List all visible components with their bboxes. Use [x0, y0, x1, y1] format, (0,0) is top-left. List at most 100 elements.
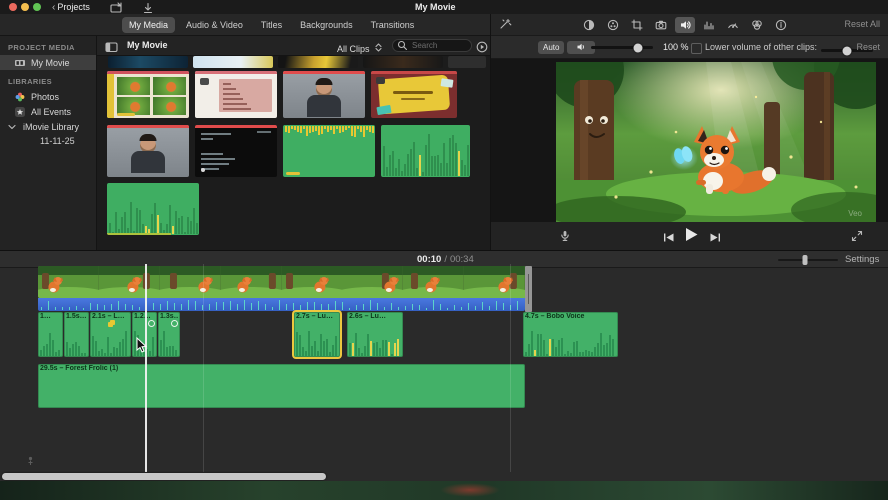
noise-reduction-icon[interactable] — [699, 17, 719, 33]
sound-clip[interactable]: 1.3s… — [158, 312, 180, 357]
sound-clip-label: 2.6s – Lu… — [349, 313, 386, 320]
color-correction-icon[interactable] — [603, 17, 623, 33]
filmstrip-frame — [342, 266, 404, 298]
media-thumb-audio-yellowband[interactable] — [283, 125, 375, 177]
sidebar-item-11-11-25[interactable]: 11-11-25 — [0, 134, 96, 148]
lower-volume-label: Lower volume of other clips: — [705, 42, 818, 52]
close-window-button[interactable] — [9, 3, 17, 11]
search-input[interactable] — [410, 40, 472, 51]
filmstrip-frame — [220, 266, 282, 298]
video-clip-filmstrip[interactable] — [38, 266, 525, 298]
sound-clip[interactable]: 1.5s… — [64, 312, 89, 357]
timeline: 1…1.5s…2.1s – L…1.2…1.3s…2.7s – Lu…2.6s … — [0, 264, 888, 481]
previous-frame-button[interactable] — [663, 230, 675, 248]
filmstrip-frame — [38, 266, 99, 298]
media-thumb-sliver-yellow[interactable] — [278, 56, 358, 68]
imovie-window: ‹ Projects My Movie My Media Audio & Vide… — [0, 0, 888, 500]
time-current: 00:10 — [417, 254, 442, 265]
stabilization-icon[interactable] — [651, 17, 671, 33]
auto-volume-button[interactable]: Auto — [538, 41, 565, 54]
time-separator: / — [444, 254, 447, 265]
enhance-wand-icon[interactable] — [499, 18, 512, 36]
media-thumb-presenter[interactable] — [283, 71, 365, 118]
clip-filter-icon[interactable] — [747, 17, 767, 33]
color-balance-icon[interactable] — [579, 17, 599, 33]
veo-watermark: Veo — [848, 209, 862, 218]
window-title: My Movie — [415, 2, 456, 12]
speed-icon[interactable] — [723, 17, 743, 33]
minimize-window-button[interactable] — [21, 3, 29, 11]
reset-volume-button[interactable]: Reset — [856, 42, 880, 52]
media-thumb-webcam[interactable] — [107, 125, 189, 177]
play-button[interactable] — [684, 227, 699, 247]
photos-icon — [14, 91, 26, 103]
sound-clip-label: 2.7s – Lu… — [296, 313, 333, 320]
filmstrip-frame — [159, 266, 221, 298]
volume-icon[interactable] — [675, 17, 695, 33]
browser-title: My Movie — [127, 40, 168, 50]
clip-trim-handle[interactable] — [525, 266, 532, 312]
playhead[interactable] — [145, 264, 147, 472]
tab-backgrounds[interactable]: Backgrounds — [293, 17, 360, 33]
sidebar: PROJECT MEDIA My Movie LIBRARIES Photos A… — [0, 36, 97, 250]
media-thumb-promo[interactable] — [371, 71, 457, 118]
search-box[interactable] — [392, 39, 472, 52]
reset-all-button[interactable]: Reset All — [844, 19, 880, 29]
media-thumb-audio-wave[interactable] — [107, 183, 199, 235]
media-thumb-sliver-sky[interactable] — [193, 56, 273, 68]
music-clip-label: 29.5s – Forest Frolic (1) — [40, 365, 119, 372]
media-thumb-sliver-ocean[interactable] — [108, 56, 188, 68]
sidebar-item-all-events[interactable]: All Events — [0, 104, 96, 119]
tab-audio-video[interactable]: Audio & Video — [179, 17, 250, 33]
volume-slider[interactable] — [591, 43, 653, 52]
libraries-header: LIBRARIES — [8, 77, 53, 86]
voiceover-mic-icon[interactable] — [559, 229, 571, 247]
projects-back-button[interactable]: ‹ Projects — [52, 1, 90, 13]
media-thumb-sliver-gray[interactable] — [448, 56, 486, 68]
sound-clip-label: 1… — [40, 313, 51, 320]
crop-icon[interactable] — [627, 17, 647, 33]
projects-label: Projects — [57, 2, 90, 12]
media-tabbar: My Media Audio & Video Titles Backgrounds Tr… — [0, 14, 490, 36]
zoom-window-button[interactable] — [33, 3, 41, 11]
info-icon[interactable] — [771, 17, 791, 33]
sound-clip[interactable]: 2.1s – L… — [90, 312, 131, 357]
filmstrip-frame — [464, 266, 525, 298]
sound-clip[interactable]: 2.6s – Lu… — [347, 312, 403, 357]
inspector-panel: Reset All Auto 100 % Lower volume of oth… — [490, 14, 888, 250]
sound-clip-label: 1.5s… — [66, 313, 87, 320]
clip-filter-value: All Clips — [337, 44, 370, 54]
tab-transitions[interactable]: Transitions — [364, 17, 422, 33]
media-thumb-foxgrid[interactable] — [107, 71, 189, 118]
sidebar-item-photos[interactable]: Photos — [0, 89, 96, 104]
transport-bar — [491, 222, 888, 250]
media-thumb-sliver-dark[interactable] — [363, 56, 443, 68]
tab-titles[interactable]: Titles — [254, 17, 289, 33]
sidebar-item-imovie-library[interactable]: iMovie Library — [0, 119, 96, 134]
sound-clip[interactable]: 4.7s – Bobo Voice — [523, 312, 618, 357]
timeline-hint-icon — [26, 454, 35, 472]
volume-percent: 100 % — [663, 42, 689, 52]
tab-my-media[interactable]: My Media — [122, 16, 176, 33]
timeline-settings-button[interactable]: Settings — [845, 254, 879, 265]
sound-clip[interactable]: 2.7s – Lu… — [294, 312, 340, 357]
sound-clip-label: 2.1s – L… — [92, 313, 125, 320]
desktop-wallpaper — [0, 481, 888, 500]
media-thumb-terminal[interactable] — [195, 125, 277, 177]
events-icon — [14, 106, 26, 118]
media-thumb-notecard[interactable] — [195, 71, 277, 118]
video-audio-waveform-bar[interactable] — [38, 298, 525, 311]
search-icon — [397, 37, 408, 55]
background-music-clip[interactable]: 29.5s – Forest Frolic (1) — [38, 364, 525, 408]
speaker-icon — [576, 42, 586, 54]
viewer-video: Veo — [556, 62, 876, 222]
lower-volume-checkbox[interactable] — [691, 43, 702, 54]
horizontal-scrollbar[interactable] — [2, 473, 326, 480]
timeline-zoom-slider[interactable] — [778, 255, 838, 265]
sound-clip[interactable]: 1… — [38, 312, 63, 357]
fullscreen-icon[interactable] — [851, 229, 863, 247]
media-thumb-audio-spikes[interactable] — [381, 125, 470, 177]
sidebar-item-my-movie[interactable]: My Movie — [0, 55, 96, 70]
filmstrip-frame — [281, 266, 343, 298]
next-frame-button[interactable] — [709, 230, 721, 248]
